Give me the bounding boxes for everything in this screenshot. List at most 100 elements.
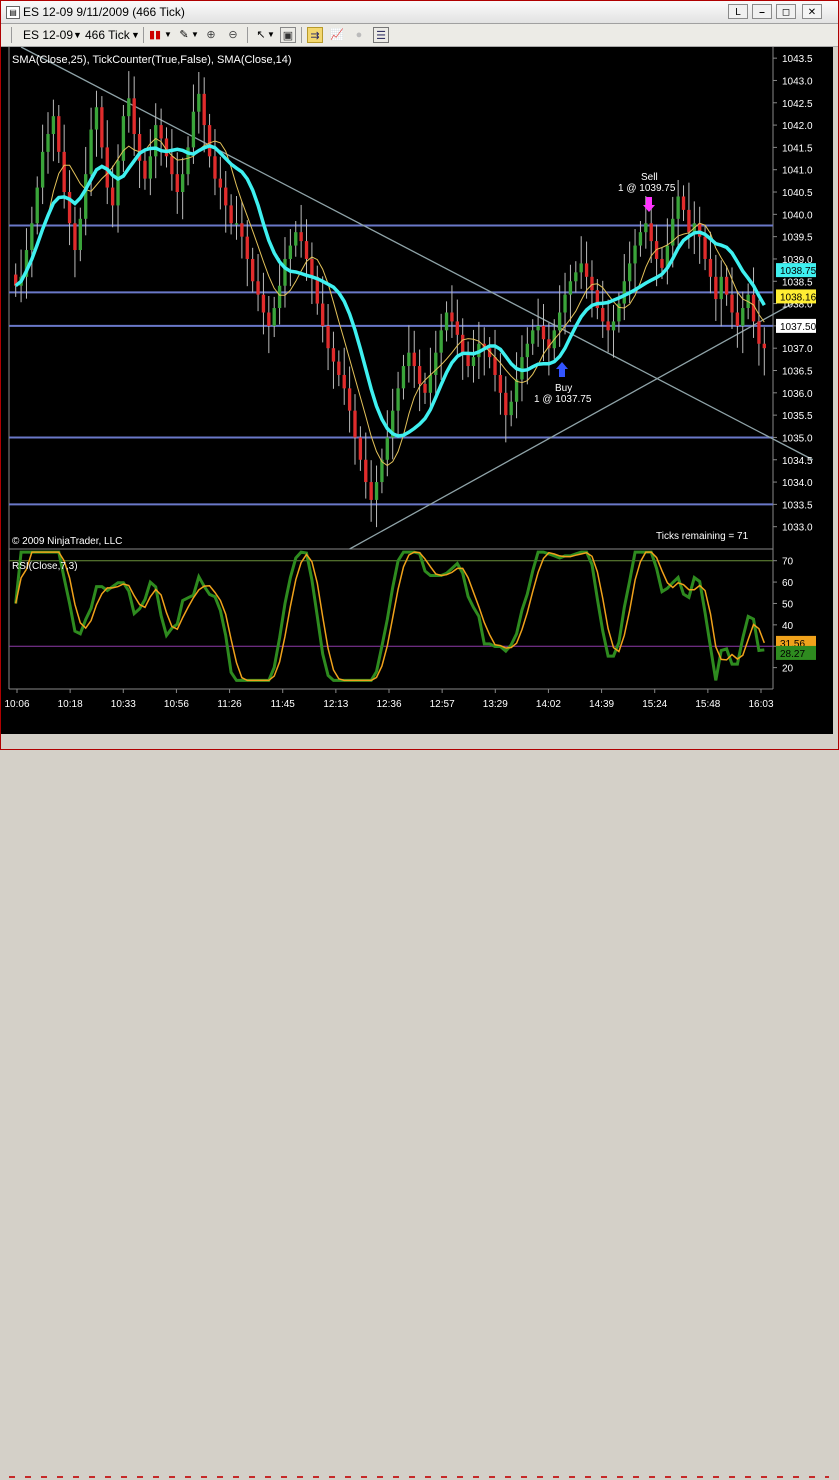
sma14-price-flag: 1038.16 [780, 292, 817, 303]
down-candle [310, 258, 314, 277]
time-tick-label: 15:48 [695, 699, 720, 710]
up-candle [741, 308, 745, 326]
down-candle [229, 205, 233, 224]
instrument-selector[interactable]: ES 12-09 [23, 27, 73, 43]
price-tick-label: 1035.0 [782, 433, 813, 444]
price-tick-label: 1043.0 [782, 76, 813, 87]
down-candle [649, 223, 653, 242]
down-candle [337, 361, 341, 375]
copyright-label: © 2009 NinjaTrader, LLC [12, 536, 122, 547]
time-tick-label: 11:45 [271, 699, 296, 710]
up-candle [234, 223, 239, 225]
up-candle [40, 151, 45, 188]
up-candle [35, 187, 39, 224]
bar-style-dropdown-icon[interactable]: ▼ [164, 27, 172, 43]
title-bar[interactable]: ▤ ES 12-09 9/11/2009 (466 Tick) L ⎯ ◻ ✕ [1, 1, 838, 24]
down-candle [175, 174, 179, 193]
down-candle [493, 357, 497, 375]
up-candle [531, 330, 535, 344]
drawing-pen-icon[interactable]: ✎ [176, 27, 192, 43]
up-candle [154, 125, 158, 157]
rsi-tick-label: 50 [782, 599, 794, 610]
close-button[interactable]: ✕ [802, 4, 822, 19]
down-candle [110, 187, 115, 206]
maximize-button[interactable]: ◻ [776, 4, 796, 19]
data-box-icon[interactable]: ▣ [280, 27, 296, 43]
up-candle [272, 308, 276, 326]
minimize-button[interactable]: ⎯ [752, 4, 772, 19]
zoom-in-icon[interactable]: ⊕ [203, 27, 219, 43]
up-candle [638, 232, 643, 246]
price-chart[interactable]: 1033.0 1033.5 1034.0 1034.5 1035.0 1035.5 1036… [1, 47, 833, 734]
up-candle [563, 294, 567, 313]
down-candle [240, 223, 244, 237]
down-candle [455, 321, 459, 335]
down-candle [714, 276, 718, 300]
cursor-dropdown-icon[interactable]: ▼ [267, 27, 275, 43]
sell-label: Sell [641, 172, 658, 183]
up-candle [622, 281, 626, 304]
down-candle [724, 276, 729, 295]
window-bottom-edge [1, 734, 838, 1480]
down-candle [708, 258, 713, 277]
up-candle [557, 312, 562, 331]
time-tick-label: 15:24 [642, 699, 667, 710]
link-button[interactable]: L [728, 4, 748, 19]
time-tick-label: 10:33 [111, 699, 136, 710]
down-candle [584, 263, 589, 277]
down-candle [601, 308, 605, 322]
up-candle [385, 437, 389, 460]
time-tick-label: 10:18 [58, 699, 83, 710]
rsi-indicator-label: RSI(Close,7,3) [12, 561, 78, 572]
draw-tools-dropdown-icon[interactable]: ▼ [191, 27, 199, 43]
down-candle [57, 116, 61, 152]
up-candle [277, 285, 282, 309]
interval-selector[interactable]: 466 Tick [85, 27, 130, 43]
down-candle [67, 192, 72, 224]
indicators-icon[interactable]: 📈 [329, 27, 345, 43]
time-tick-label: 12:13 [323, 699, 348, 710]
time-tick-label: 10:06 [4, 699, 29, 710]
down-candle [73, 223, 77, 251]
candlestick-style-icon[interactable]: ▮▮ [147, 27, 163, 43]
up-candle [191, 111, 196, 148]
strategy-icon[interactable]: ⇉ [307, 27, 323, 43]
up-candle [627, 263, 632, 282]
down-candle [132, 98, 136, 135]
down-candle [267, 312, 271, 326]
down-candle [250, 258, 255, 282]
price-tick-label: 1034.0 [782, 478, 813, 489]
zoom-out-icon[interactable]: ⊖ [225, 27, 241, 43]
down-candle [261, 294, 266, 313]
up-candle [84, 174, 88, 219]
price-tick-label: 1041.5 [782, 143, 813, 154]
price-tick-label: 1033.0 [782, 523, 813, 534]
toolbar-separator [143, 27, 144, 43]
price-tick-label: 1042.5 [782, 99, 813, 110]
up-candle [288, 245, 293, 259]
down-candle [757, 321, 761, 344]
instrument-dropdown-icon[interactable]: ▼ [73, 27, 82, 43]
up-candle [439, 330, 443, 353]
buy-label: Buy [555, 383, 572, 394]
time-tick-label: 13:29 [483, 699, 508, 710]
up-candle [294, 232, 298, 246]
down-candle [423, 383, 427, 393]
up-candle [719, 276, 723, 300]
down-candle [660, 258, 664, 268]
down-candle [304, 241, 309, 259]
down-candle [762, 343, 766, 349]
up-candle [536, 325, 540, 331]
up-candle [444, 312, 449, 331]
down-candle [100, 107, 104, 148]
interval-dropdown-icon[interactable]: ▼ [131, 27, 140, 43]
price-tick-label: 1040.0 [782, 210, 813, 221]
properties-icon[interactable]: ☰ [373, 27, 389, 43]
price-tick-label: 1041.0 [782, 166, 813, 177]
down-candle [326, 325, 330, 349]
down-candle [170, 156, 174, 175]
time-tick-label: 12:57 [430, 699, 455, 710]
window-title: ES 12-09 9/11/2009 (466 Tick) [23, 5, 185, 19]
buy-detail-label: 1 @ 1037.75 [534, 394, 592, 405]
up-candle [127, 98, 131, 117]
